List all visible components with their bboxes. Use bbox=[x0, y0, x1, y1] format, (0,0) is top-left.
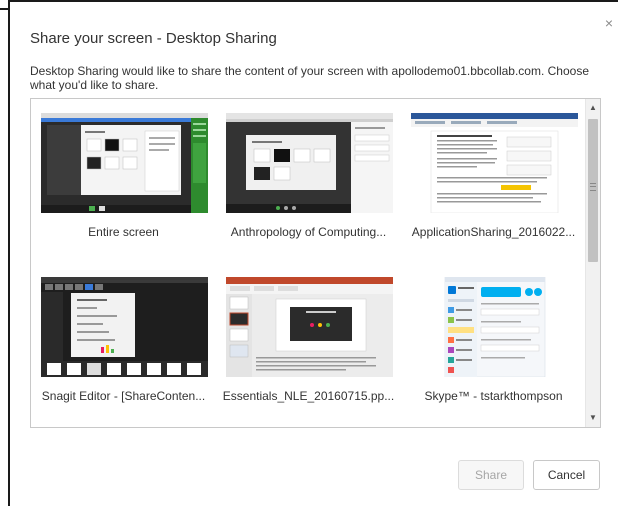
snagit-window-thumbnail bbox=[41, 277, 208, 377]
desktop-sharing-dialog: × Share your screen - Desktop Sharing De… bbox=[10, 0, 618, 506]
source-label: Essentials_NLE_20160715.pp... bbox=[222, 389, 395, 403]
source-label: Snagit Editor - [ShareConten... bbox=[41, 389, 206, 403]
screen-root: × Share your screen - Desktop Sharing De… bbox=[0, 0, 618, 506]
cancel-button[interactable]: Cancel bbox=[533, 460, 600, 490]
source-tile-snagit-window[interactable]: Snagit Editor - [ShareConten... bbox=[31, 99, 216, 403]
dialog-title: Share your screen - Desktop Sharing bbox=[30, 30, 277, 47]
dialog-description: Desktop Sharing would like to share the … bbox=[30, 64, 589, 92]
scrollbar-grip-icon bbox=[590, 183, 596, 191]
close-icon[interactable]: × bbox=[602, 16, 616, 30]
scrollbar-thumb[interactable] bbox=[588, 119, 598, 262]
source-label: Skype™ - tstarkthompson bbox=[424, 389, 563, 403]
powerpoint-window-thumbnail bbox=[226, 277, 393, 377]
source-tile-skype-window[interactable]: Skype™ - tstarkthompson bbox=[401, 99, 586, 403]
vertical-scrollbar[interactable]: ▲ ▼ bbox=[585, 99, 600, 427]
source-grid: Entire screen Anthropology of Computing.… bbox=[31, 99, 586, 427]
share-button[interactable]: Share bbox=[458, 460, 524, 490]
source-tile-powerpoint-window[interactable]: Essentials_NLE_20160715.pp... bbox=[216, 99, 401, 403]
skype-window-thumbnail bbox=[411, 277, 578, 377]
source-picker: Entire screen Anthropology of Computing.… bbox=[30, 98, 601, 428]
scroll-up-arrow-icon[interactable]: ▲ bbox=[586, 101, 600, 115]
scroll-down-arrow-icon[interactable]: ▼ bbox=[586, 411, 600, 425]
